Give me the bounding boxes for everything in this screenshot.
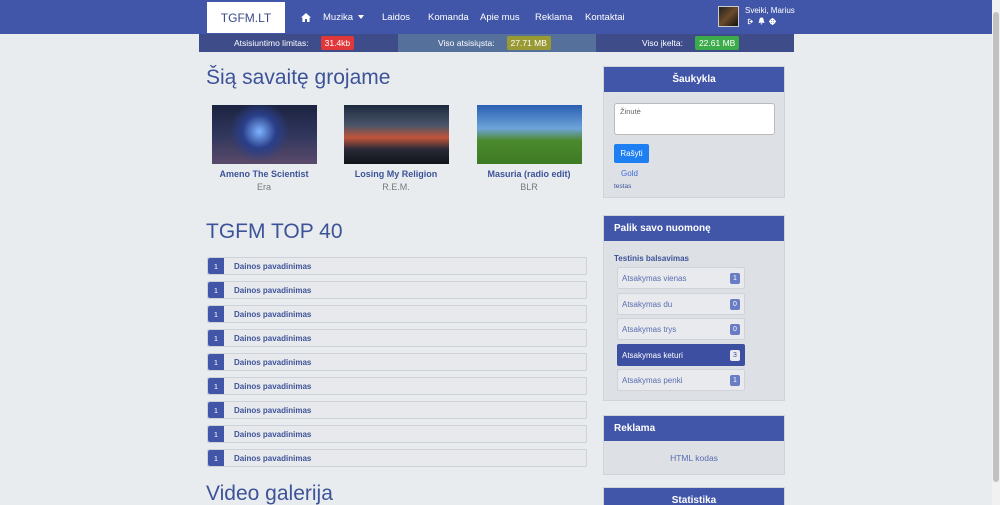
stat-total-uploaded: Viso įkelta: 22.61 MB [596, 34, 794, 52]
song-name[interactable]: Dainos pavadinimas [234, 262, 311, 271]
poll-option-label: Atsakymas du [622, 300, 673, 309]
song-name[interactable]: Dainos pavadinimas [234, 334, 311, 343]
song-artist: BLR [520, 182, 538, 192]
page-scrollbar[interactable] [992, 0, 1000, 505]
top-row[interactable]: 1 Dainos pavadinimas [207, 353, 587, 371]
nav-kontaktai[interactable]: Kontaktai [585, 0, 625, 34]
top-row[interactable]: 1 Dainos pavadinimas [207, 425, 587, 443]
song-title[interactable]: Ameno The Scientist [199, 169, 329, 179]
song-card[interactable]: Masuria (radio edit) BLR [464, 105, 594, 192]
brand-logo[interactable]: TGFM.LT [207, 2, 285, 33]
song-name[interactable]: Dainos pavadinimas [234, 358, 311, 367]
song-name[interactable]: Dainos pavadinimas [234, 430, 311, 439]
rank-badge: 1 [208, 258, 224, 274]
stat-badge: 22.61 MB [694, 36, 740, 50]
section-heading-video: Video galerija [206, 482, 333, 505]
rank-badge: 1 [208, 450, 224, 466]
stat-label: Viso įkelta: [642, 38, 683, 48]
top-row[interactable]: 1 Dainos pavadinimas [207, 329, 587, 347]
song-name[interactable]: Dainos pavadinimas [234, 286, 311, 295]
stat-label: Atsisiuntimo limitas: [234, 38, 309, 48]
nav-komanda[interactable]: Komanda [428, 0, 469, 34]
song-name[interactable]: Dainos pavadinimas [234, 310, 311, 319]
poll-question: Testinis balsavimas [614, 254, 689, 263]
ad-content: HTML kodas [670, 453, 718, 463]
poll-option-label: Atsakymas trys [622, 325, 677, 334]
card-title: Reklama [604, 416, 784, 441]
song-title[interactable]: Losing My Religion [331, 169, 461, 179]
vote-count-badge: 0 [730, 299, 740, 310]
scrollbar-thumb[interactable] [993, 12, 999, 482]
user-actions [746, 17, 776, 25]
shout-author[interactable]: Gold [621, 169, 638, 178]
top-navbar: TGFM.LT Muzika Laidos Komanda Apie mus R… [0, 0, 992, 34]
poll-option[interactable]: Atsakymas penki 1 [617, 369, 745, 391]
song-name[interactable]: Dainos pavadinimas [234, 382, 311, 391]
stat-badge: 31.4kb [320, 36, 355, 50]
stat-download-limit: Atsisiuntimo limitas: 31.4kb [199, 34, 398, 52]
nav-laidos[interactable]: Laidos [382, 0, 410, 34]
gear-icon[interactable] [768, 17, 776, 25]
top-row[interactable]: 1 Dainos pavadinimas [207, 257, 587, 275]
nav-muzika[interactable]: Muzika [323, 0, 365, 34]
song-card[interactable]: Ameno The Scientist Era [199, 105, 329, 192]
logout-icon[interactable] [746, 17, 754, 25]
home-icon[interactable] [301, 0, 311, 34]
rank-badge: 1 [208, 306, 224, 322]
card-title: Šaukykla [604, 67, 784, 92]
poll-card: Palik savo nuomonę Testinis balsavimas A… [603, 215, 785, 401]
section-heading-weekly: Šią savaitę grojame [206, 66, 391, 89]
rank-badge: 1 [208, 330, 224, 346]
card-title: Palik savo nuomonę [604, 216, 784, 241]
shout-submit-button[interactable]: Rašyti [614, 144, 649, 163]
poll-option-label: Atsakymas vienas [622, 274, 687, 283]
bell-icon[interactable] [757, 17, 765, 25]
stat-label: Viso atsisiųsta: [438, 38, 495, 48]
vote-count-badge: 1 [730, 273, 740, 284]
vote-count-badge: 3 [730, 350, 740, 361]
song-thumbnail[interactable] [476, 105, 582, 164]
top-row[interactable]: 1 Dainos pavadinimas [207, 401, 587, 419]
stat-badge: 27.71 MB [506, 36, 551, 50]
top-row[interactable]: 1 Dainos pavadinimas [207, 449, 587, 467]
song-name[interactable]: Dainos pavadinimas [234, 406, 311, 415]
song-artist: Era [256, 182, 271, 192]
nav-apie-mus[interactable]: Apie mus [480, 0, 520, 34]
nav-reklama[interactable]: Reklama [535, 0, 573, 34]
song-name[interactable]: Dainos pavadinimas [234, 454, 311, 463]
ad-card: Reklama HTML kodas [603, 415, 785, 475]
caret-down-icon [358, 15, 365, 19]
poll-option[interactable]: Atsakymas trys 0 [617, 318, 745, 340]
card-title: Statistika [604, 488, 784, 505]
statistics-card: Statistika [603, 487, 785, 505]
user-greeting: Sveiki, Marius [745, 6, 795, 15]
song-thumbnail[interactable] [343, 105, 449, 164]
avatar[interactable] [718, 6, 739, 27]
nav-muzika-label: Muzika [323, 11, 354, 23]
rank-badge: 1 [208, 426, 224, 442]
rank-badge: 1 [208, 354, 224, 370]
shout-message: testas [614, 183, 632, 190]
vote-count-badge: 0 [730, 324, 740, 335]
song-artist: R.E.M. [382, 182, 410, 192]
top-row[interactable]: 1 Dainos pavadinimas [207, 305, 587, 323]
poll-option-label: Atsakymas keturi [622, 351, 683, 360]
poll-option[interactable]: Atsakymas vienas 1 [617, 267, 745, 289]
shout-message-input[interactable]: Žinutė [614, 103, 775, 135]
song-card[interactable]: Losing My Religion R.E.M. [331, 105, 461, 192]
rank-badge: 1 [208, 378, 224, 394]
top-row[interactable]: 1 Dainos pavadinimas [207, 281, 587, 299]
section-heading-top40: TGFM TOP 40 [206, 220, 343, 243]
poll-option-label: Atsakymas penki [622, 376, 683, 385]
rank-badge: 1 [208, 282, 224, 298]
rank-badge: 1 [208, 402, 224, 418]
song-thumbnail[interactable] [211, 105, 317, 164]
vote-count-badge: 1 [730, 375, 740, 386]
song-title[interactable]: Masuria (radio edit) [464, 169, 594, 179]
shoutbox-card: Šaukykla Žinutė Rašyti Gold testas [603, 66, 785, 198]
poll-option[interactable]: Atsakymas du 0 [617, 293, 745, 315]
poll-option-selected[interactable]: Atsakymas keturi 3 [617, 344, 745, 366]
top-row[interactable]: 1 Dainos pavadinimas [207, 377, 587, 395]
stat-total-downloaded: Viso atsisiųsta: 27.71 MB [398, 34, 596, 52]
